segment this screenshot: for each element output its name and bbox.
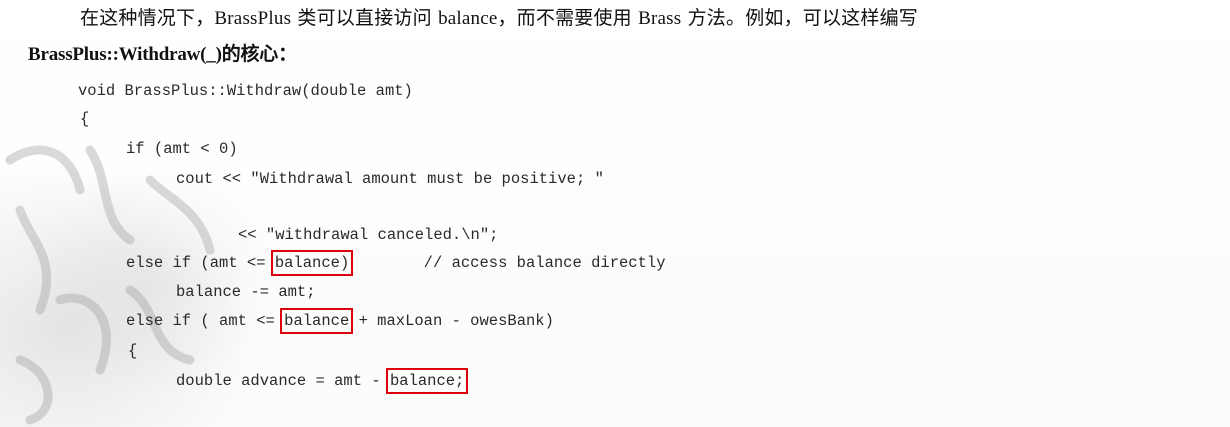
highlight-box: balance) (270, 250, 354, 276)
code-comment: // access balance directly (349, 254, 666, 272)
code-line-10: double advance = amt - balance; (176, 368, 469, 394)
code-segment: + maxLoan - owesBank) (349, 312, 554, 330)
text-segment: ，而不需要使用 (497, 7, 639, 29)
code-segment: else if ( amt <= (126, 312, 285, 330)
text-segment: 类可以直接访问 (291, 7, 439, 29)
text-segment: 的核心： (221, 43, 297, 65)
body-text: 在这种情况下，BrassPlus 类可以直接访问 balance，而不需要使用 … (28, 0, 1208, 72)
paragraph-line-1: 在这种情况下，BrassPlus 类可以直接访问 balance，而不需要使用 … (28, 0, 1208, 36)
code-segment: else if (amt <= (126, 254, 275, 272)
paragraph-line-2: BrassPlus::Withdraw(_)的核心： (28, 36, 1208, 72)
base-class-term: Brass (638, 8, 682, 29)
code-line-6: else if (amt <= balance) // access balan… (126, 250, 666, 276)
highlight-box: balance; (385, 368, 469, 394)
member-term: balance (438, 8, 498, 29)
function-name-term: BrassPlus::Withdraw(_) (28, 44, 222, 65)
code-line-9: { (128, 342, 138, 360)
code-listing: void BrassPlus::Withdraw(double amt) { i… (78, 82, 666, 394)
code-line-5: << "withdrawal canceled.\n"; (238, 226, 499, 244)
code-line-1: void BrassPlus::Withdraw(double amt) (78, 82, 413, 100)
code-segment: double advance = amt - (176, 372, 390, 390)
code-line-3: if (amt < 0) (126, 140, 238, 158)
class-name-term: BrassPlus (214, 8, 292, 29)
code-line-2: { (80, 110, 90, 128)
text-segment: 方法。例如，可以这样编写 (681, 7, 918, 29)
code-line-7: balance -= amt; (176, 283, 316, 301)
text-segment: 在这种情况下， (80, 7, 215, 29)
code-line-4: cout << "Withdrawal amount must be posit… (176, 170, 604, 188)
highlight-box: balance (280, 308, 354, 334)
code-line-8: else if ( amt <= balance + maxLoan - owe… (126, 308, 554, 334)
